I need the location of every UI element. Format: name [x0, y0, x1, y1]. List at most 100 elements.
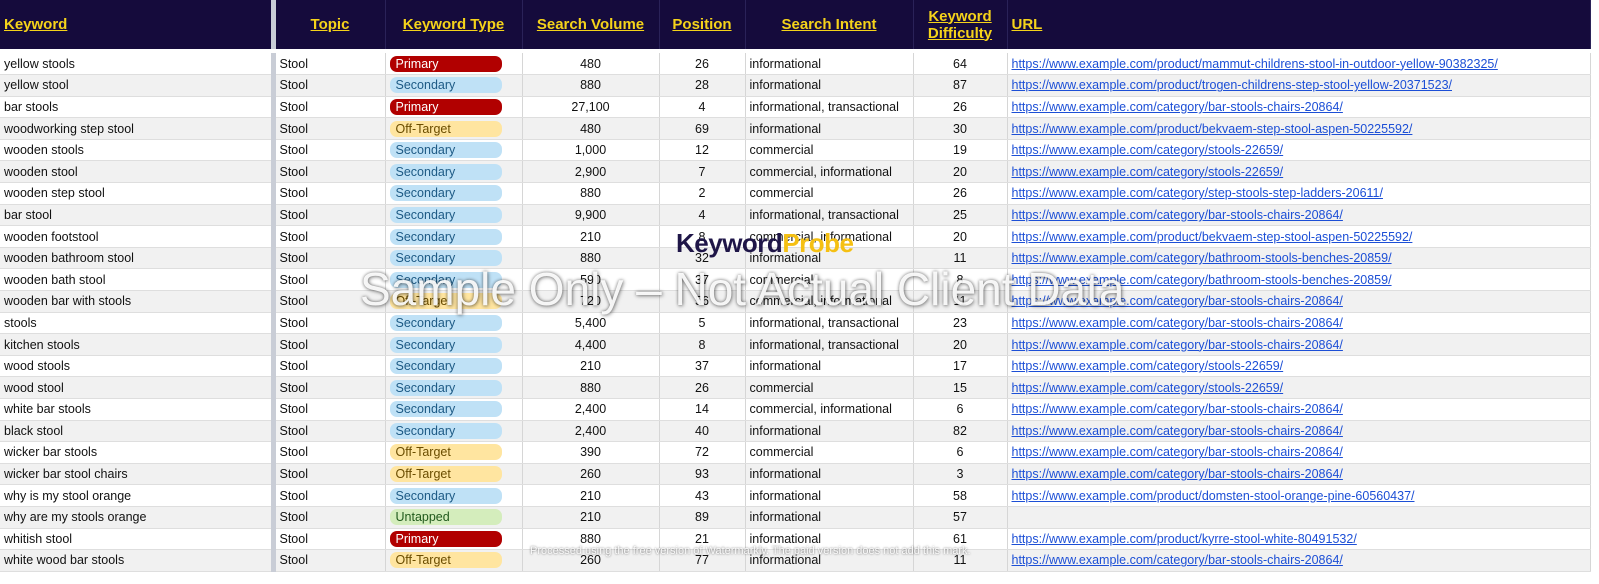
header-keyword[interactable]: Keyword [0, 0, 276, 49]
search-volume-cell[interactable]: 260 [522, 549, 660, 572]
position-cell[interactable]: 32 [659, 247, 746, 270]
search-intent-cell[interactable]: informational [745, 549, 914, 572]
url-cell[interactable]: https://www.example.com/category/bar-sto… [1007, 463, 1591, 486]
search-intent-cell[interactable]: commercial [745, 268, 914, 292]
difficulty-cell[interactable]: 19 [913, 139, 1008, 162]
topic-cell[interactable]: Stool [273, 376, 386, 399]
keyword-cell[interactable]: wicker bar stools [0, 441, 276, 464]
search-volume-cell[interactable]: 480 [522, 53, 660, 76]
difficulty-cell[interactable]: 6 [913, 441, 1008, 464]
url-cell[interactable]: https://www.example.com/category/bar-sto… [1007, 312, 1591, 335]
search-volume-cell[interactable]: 590 [522, 268, 660, 292]
keyword-cell[interactable]: woodworking step stool [0, 117, 276, 140]
keyword-type-cell[interactable]: Secondary [385, 268, 523, 292]
url-cell[interactable]: https://www.example.com/category/bar-sto… [1007, 441, 1591, 464]
header-topic[interactable]: Topic [273, 0, 386, 49]
topic-cell[interactable]: Stool [273, 182, 386, 205]
position-cell[interactable]: 37 [659, 355, 746, 378]
url-link[interactable]: https://www.example.com/category/bar-sto… [1012, 467, 1343, 481]
keyword-cell[interactable]: stools [0, 312, 276, 335]
difficulty-cell[interactable]: 87 [913, 74, 1008, 97]
difficulty-cell[interactable]: 25 [913, 204, 1008, 227]
keyword-cell[interactable]: wood stool [0, 376, 276, 399]
keyword-type-cell[interactable]: Untapped [385, 506, 523, 529]
topic-cell[interactable]: Stool [273, 117, 386, 140]
keyword-cell[interactable]: wooden bathroom stool [0, 247, 276, 270]
search-volume-cell[interactable]: 880 [522, 182, 660, 205]
header-url[interactable]: URL [1007, 0, 1591, 49]
url-link[interactable]: https://www.example.com/category/bar-sto… [1012, 316, 1343, 330]
position-cell[interactable]: 93 [659, 463, 746, 486]
url-link[interactable]: https://www.example.com/product/bekvaem-… [1012, 230, 1413, 244]
keyword-type-cell[interactable]: Secondary [385, 225, 523, 248]
topic-cell[interactable]: Stool [273, 549, 386, 572]
difficulty-cell[interactable]: 26 [913, 182, 1008, 205]
keyword-type-cell[interactable]: Primary [385, 96, 523, 119]
url-link[interactable]: https://www.example.com/category/bar-sto… [1012, 208, 1343, 222]
search-intent-cell[interactable]: commercial, informational [745, 290, 914, 313]
position-cell[interactable]: 72 [659, 441, 746, 464]
position-cell[interactable]: 7 [659, 160, 746, 184]
topic-cell[interactable]: Stool [273, 528, 386, 551]
url-link[interactable]: https://www.example.com/category/step-st… [1012, 186, 1383, 200]
difficulty-cell[interactable]: 64 [913, 53, 1008, 76]
position-cell[interactable]: 4 [659, 204, 746, 227]
search-intent-cell[interactable]: informational [745, 355, 914, 378]
keyword-cell[interactable]: bar stool [0, 204, 276, 227]
search-intent-cell[interactable]: informational [745, 484, 914, 507]
search-volume-cell[interactable]: 2,400 [522, 398, 660, 421]
search-volume-cell[interactable]: 9,900 [522, 204, 660, 227]
keyword-type-cell[interactable]: Secondary [385, 247, 523, 270]
keyword-type-cell[interactable]: Secondary [385, 139, 523, 162]
difficulty-cell[interactable]: 15 [913, 376, 1008, 399]
keyword-type-cell[interactable]: Off-Target [385, 290, 523, 313]
url-link[interactable]: https://www.example.com/category/bathroo… [1012, 251, 1392, 265]
header-search-intent[interactable]: Search Intent [745, 0, 914, 49]
search-intent-cell[interactable]: commercial [745, 441, 914, 464]
keyword-cell[interactable]: wooden footstool [0, 225, 276, 248]
keyword-cell[interactable]: why is my stool orange [0, 484, 276, 507]
topic-cell[interactable]: Stool [273, 139, 386, 162]
position-cell[interactable]: 14 [659, 398, 746, 421]
search-volume-cell[interactable]: 480 [522, 117, 660, 140]
topic-cell[interactable]: Stool [273, 204, 386, 227]
url-cell[interactable]: https://www.example.com/product/domsten-… [1007, 484, 1591, 507]
url-link[interactable]: https://www.example.com/category/stools-… [1012, 165, 1284, 179]
topic-cell[interactable]: Stool [273, 463, 386, 486]
keyword-cell[interactable]: wooden stool [0, 160, 276, 184]
url-cell[interactable]: https://www.example.com/category/bar-sto… [1007, 333, 1591, 356]
position-cell[interactable]: 12 [659, 139, 746, 162]
position-cell[interactable]: 21 [659, 528, 746, 551]
position-cell[interactable]: 4 [659, 96, 746, 119]
url-link[interactable]: https://www.example.com/category/bar-sto… [1012, 445, 1343, 459]
keyword-cell[interactable]: yellow stool [0, 74, 276, 97]
url-cell[interactable]: https://www.example.com/category/stools-… [1007, 160, 1591, 184]
search-volume-cell[interactable]: 880 [522, 376, 660, 399]
topic-cell[interactable]: Stool [273, 312, 386, 335]
topic-cell[interactable]: Stool [273, 96, 386, 119]
topic-cell[interactable]: Stool [273, 506, 386, 529]
url-link[interactable]: https://www.example.com/product/bekvaem-… [1012, 122, 1413, 136]
url-link[interactable]: https://www.example.com/category/bar-sto… [1012, 402, 1343, 416]
search-volume-cell[interactable]: 880 [522, 74, 660, 97]
search-volume-cell[interactable]: 880 [522, 528, 660, 551]
position-cell[interactable]: 8 [659, 225, 746, 248]
topic-cell[interactable]: Stool [273, 290, 386, 313]
keyword-cell[interactable]: yellow stools [0, 53, 276, 76]
topic-cell[interactable]: Stool [273, 420, 386, 443]
url-cell[interactable] [1007, 506, 1591, 529]
difficulty-cell[interactable]: 57 [913, 506, 1008, 529]
search-intent-cell[interactable]: informational [745, 247, 914, 270]
search-intent-cell[interactable]: commercial, informational [745, 160, 914, 184]
url-link[interactable]: https://www.example.com/category/stools-… [1012, 143, 1284, 157]
keyword-type-cell[interactable]: Secondary [385, 182, 523, 205]
position-cell[interactable]: 5 [659, 312, 746, 335]
url-cell[interactable]: https://www.example.com/category/stools-… [1007, 355, 1591, 378]
position-cell[interactable]: 40 [659, 420, 746, 443]
url-link[interactable]: https://www.example.com/category/bar-sto… [1012, 424, 1343, 438]
search-volume-cell[interactable]: 260 [522, 463, 660, 486]
url-cell[interactable]: https://www.example.com/category/stools-… [1007, 139, 1591, 162]
header-keyword-difficulty[interactable]: Keyword Difficulty [913, 0, 1008, 49]
position-cell[interactable]: 89 [659, 506, 746, 529]
keyword-type-cell[interactable]: Primary [385, 53, 523, 76]
